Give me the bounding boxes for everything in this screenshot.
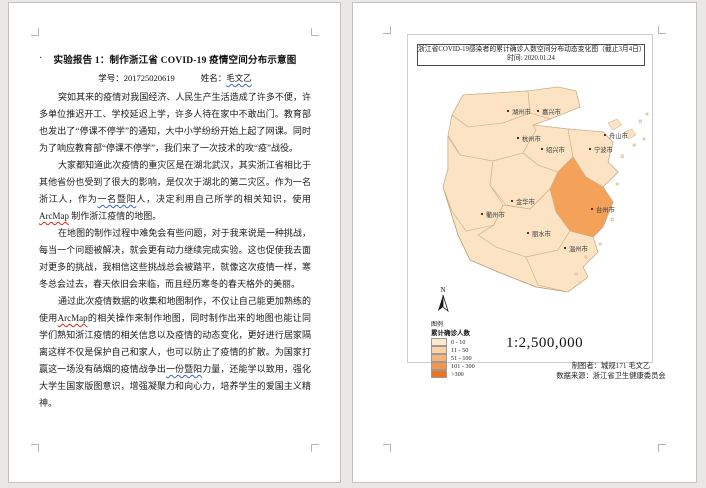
map-credits: 制图者：城规171 毛文乙 数据来源：浙江省卫生健康委员会 xyxy=(531,361,691,380)
map-title: 浙江省COVID-19感染者的累计确诊人数空间分布动态变化图（截止3月4日） xyxy=(418,46,644,55)
paragraph-text: 在地图的制作过程中难免会有些问题，对于我来说是一种挑战，每当一个问题被解决，就会… xyxy=(39,228,311,289)
crop-mark-icon xyxy=(31,444,39,452)
city-label: 宁波市 xyxy=(594,145,613,154)
city-label: 衢州市 xyxy=(486,210,505,219)
crop-mark-icon xyxy=(383,444,391,452)
north-arrow: N xyxy=(434,287,452,317)
legend-swatch xyxy=(431,354,447,362)
legend-item: >300 xyxy=(431,370,475,378)
student-id: 学号：201725020619 xyxy=(98,72,175,84)
legend-swatch xyxy=(431,370,447,378)
document-page-1[interactable]: · 实验报告 1：制作浙江省 COVID-19 疫情空间分布示意图 学号：201… xyxy=(8,2,341,483)
north-arrow-icon xyxy=(435,294,451,312)
legend-label: 51 - 100 xyxy=(451,355,472,362)
legend-item: 51 - 100 xyxy=(431,354,475,362)
crop-mark-icon xyxy=(311,28,319,36)
map-legend: 图例 累计确诊人数 0 - 10 11 - 50 51 - 100 101 - … xyxy=(431,321,475,378)
report-title[interactable]: 实验报告 1：制作浙江省 COVID-19 疫情空间分布示意图 xyxy=(39,52,311,66)
crop-mark-icon xyxy=(383,26,391,34)
document-page-2[interactable]: 湖州市 嘉兴市 杭州市 绍兴市 宁波市 舟山市 衢州市 金华市 台州市 丽水市 … xyxy=(352,2,697,483)
city-label: 绍兴市 xyxy=(546,145,565,154)
map-scale: 1:2,500,000 xyxy=(506,335,583,352)
map-title-box: 浙江省COVID-19感染者的累计确诊人数空间分布动态变化图（截止3月4日） 时… xyxy=(417,44,645,66)
legend-swatch xyxy=(431,362,447,370)
crop-mark-icon xyxy=(658,444,666,452)
paragraph-text: 人，决定利用自己所学的相关知识，使用 xyxy=(136,194,311,204)
legend-label: 0 - 10 xyxy=(451,339,465,346)
city-label: 舟山市 xyxy=(609,131,628,140)
word-canvas: { "page1": { "bullet": "·", "title": "实验… xyxy=(0,0,706,488)
legend-swatch xyxy=(431,338,447,346)
city-label: 丽水市 xyxy=(532,229,551,238)
legend-label: >300 xyxy=(451,371,464,378)
legend-item: 0 - 10 xyxy=(431,338,475,346)
paragraph[interactable]: 大家都知道此次疫情的重灾区是在湖北武汉，其实浙江省相比于其他省份也受到了很大的影… xyxy=(39,157,311,225)
paragraph-text: 突如其来的疫情对我国经济、人民生产生活造成了许多不便，许多单位推迟开工、学校延迟… xyxy=(39,92,311,153)
north-label: N xyxy=(434,287,452,294)
paragraph[interactable]: 突如其来的疫情对我国经济、人民生产生活造成了许多不便，许多单位推迟开工、学校延迟… xyxy=(39,89,311,157)
map-figure[interactable]: 湖州市 嘉兴市 杭州市 绍兴市 宁波市 舟山市 衢州市 金华市 台州市 丽水市 … xyxy=(407,34,653,363)
credit-author: 制图者：城规171 毛文乙 xyxy=(531,361,691,371)
spell-marked-text: ArcMap xyxy=(39,211,69,221)
map-title-time: 时间: 2020.01.24 xyxy=(418,55,644,63)
crop-mark-icon xyxy=(31,28,39,36)
legend-title: 图例 xyxy=(431,321,475,329)
credit-source: 数据来源：浙江省卫生健康委员会 xyxy=(531,371,691,381)
city-label: 杭州市 xyxy=(522,134,541,143)
city-label: 温州市 xyxy=(569,244,588,253)
legend-label: 11 - 50 xyxy=(451,347,468,354)
legend-subtitle: 累计确诊人数 xyxy=(431,329,475,338)
paragraph[interactable]: 在地图的制作过程中难免会有些问题，对于我来说是一种挑战，每当一个问题被解决，就会… xyxy=(39,225,311,293)
student-meta-line[interactable]: 学号：201725020619 姓名：毛文乙 xyxy=(39,72,311,84)
paragraph-text: 制作浙江疫情的地图。 xyxy=(69,211,161,221)
spell-marked-text: ArcMap xyxy=(58,313,88,323)
grammar-marked-text: 一份暨阳 xyxy=(166,364,202,374)
crop-mark-icon xyxy=(311,444,319,452)
city-regions xyxy=(443,87,618,292)
city-label: 台州市 xyxy=(596,205,615,214)
crop-mark-icon xyxy=(658,26,666,34)
city-label: 湖州市 xyxy=(512,107,531,116)
legend-item: 11 - 50 xyxy=(431,346,475,354)
grammar-marked-text: 一名暨阳 xyxy=(97,194,136,204)
city-label: 嘉兴市 xyxy=(542,107,561,116)
legend-item: 101 - 300 xyxy=(431,362,475,370)
report-body[interactable]: 突如其来的疫情对我国经济、人民生产生活造成了许多不便，许多单位推迟开工、学校延迟… xyxy=(39,89,311,412)
city-label: 金华市 xyxy=(516,197,535,206)
legend-label: 101 - 300 xyxy=(451,363,475,370)
legend-swatch xyxy=(431,346,447,354)
paragraph[interactable]: 通过此次疫情数据的收集和地图制作，不仅让自己能更加熟练的使用ArcMap的相关操… xyxy=(39,293,311,412)
student-name: 姓名：毛文乙 xyxy=(201,72,252,84)
